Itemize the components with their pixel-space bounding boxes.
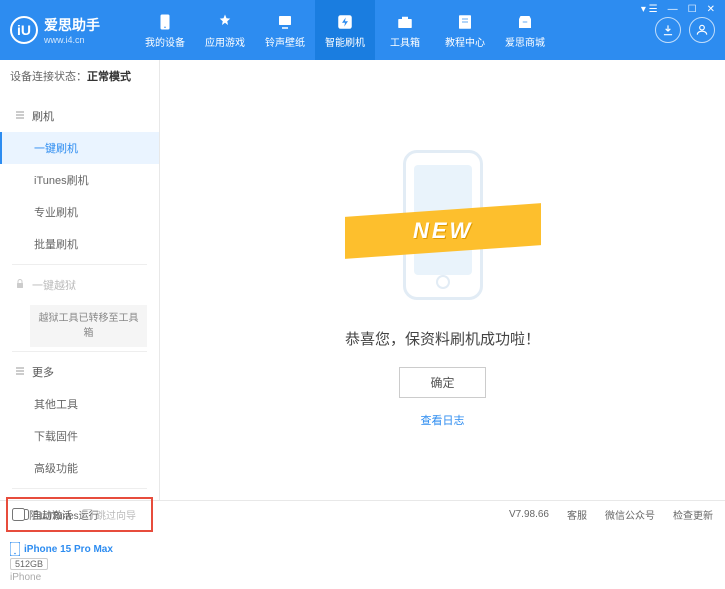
version-label: V7.98.66 — [509, 509, 549, 520]
menu-icon — [14, 109, 26, 124]
flash-icon — [335, 12, 355, 32]
footer-link-update[interactable]: 检查更新 — [673, 507, 713, 522]
top-nav: 我的设备应用游戏铃声壁纸智能刷机工具箱教程中心爱思商城 — [135, 0, 655, 60]
device-info[interactable]: iPhone 15 Pro Max 512GB iPhone — [0, 536, 159, 589]
app-title: 爱思助手 — [44, 15, 100, 35]
side-item[interactable]: iTunes刷机 — [0, 164, 159, 196]
lock-icon — [14, 278, 26, 293]
toolbox-icon — [395, 12, 415, 32]
user-button[interactable] — [689, 17, 715, 43]
menu-icon[interactable]: ▾ ☰ — [641, 4, 658, 15]
side-group-flash[interactable]: 刷机 — [0, 100, 159, 132]
nav-device[interactable]: 我的设备 — [135, 0, 195, 60]
main-content: NEW 恭喜您，保资料刷机成功啦！ 确定 查看日志 — [160, 60, 725, 500]
side-item[interactable]: 一键刷机 — [0, 132, 159, 164]
sidebar: 设备连接状态：正常模式 刷机一键刷机iTunes刷机专业刷机批量刷机一键越狱越狱… — [0, 60, 160, 500]
side-group-more[interactable]: 更多 — [0, 356, 159, 388]
store-icon — [515, 12, 535, 32]
logo[interactable]: iU 爱思助手 www.i4.cn — [10, 15, 135, 45]
ok-button[interactable]: 确定 — [399, 367, 485, 398]
download-button[interactable] — [655, 17, 681, 43]
maximize-icon[interactable]: ☐ — [688, 4, 697, 15]
app-url: www.i4.cn — [44, 35, 100, 45]
side-item[interactable]: 专业刷机 — [0, 196, 159, 228]
footer-link-support[interactable]: 客服 — [567, 507, 587, 522]
nav-tutorial[interactable]: 教程中心 — [435, 0, 495, 60]
phone-icon — [10, 542, 20, 556]
ringtone-icon — [275, 12, 295, 32]
success-illustration: NEW — [363, 132, 523, 312]
side-item[interactable]: 下载固件 — [0, 420, 159, 452]
side-item[interactable]: 批量刷机 — [0, 228, 159, 260]
view-log-link[interactable]: 查看日志 — [421, 412, 465, 428]
apps-icon — [215, 12, 235, 32]
success-message: 恭喜您，保资料刷机成功啦！ — [345, 328, 540, 349]
side-item[interactable]: 其他工具 — [0, 388, 159, 420]
side-item[interactable]: 高级功能 — [0, 452, 159, 484]
device-icon — [155, 12, 175, 32]
nav-apps[interactable]: 应用游戏 — [195, 0, 255, 60]
nav-store[interactable]: 爱思商城 — [495, 0, 555, 60]
nav-ringtone[interactable]: 铃声壁纸 — [255, 0, 315, 60]
close-icon[interactable]: ✕ — [707, 4, 715, 15]
side-group-jailbreak[interactable]: 一键越狱 — [0, 269, 159, 301]
nav-toolbox[interactable]: 工具箱 — [375, 0, 435, 60]
minimize-icon[interactable]: — — [668, 4, 678, 15]
footer-link-wechat[interactable]: 微信公众号 — [605, 507, 655, 522]
tutorial-icon — [455, 12, 475, 32]
menu-icon — [14, 365, 26, 380]
header: iU 爱思助手 www.i4.cn 我的设备应用游戏铃声壁纸智能刷机工具箱教程中… — [0, 0, 725, 60]
nav-flash[interactable]: 智能刷机 — [315, 0, 375, 60]
side-item: 越狱工具已转移至工具箱 — [30, 305, 147, 347]
connection-status: 设备连接状态：正常模式 — [0, 60, 159, 92]
block-itunes-checkbox[interactable]: 阻止iTunes运行 — [12, 507, 99, 522]
logo-icon: iU — [10, 16, 38, 44]
